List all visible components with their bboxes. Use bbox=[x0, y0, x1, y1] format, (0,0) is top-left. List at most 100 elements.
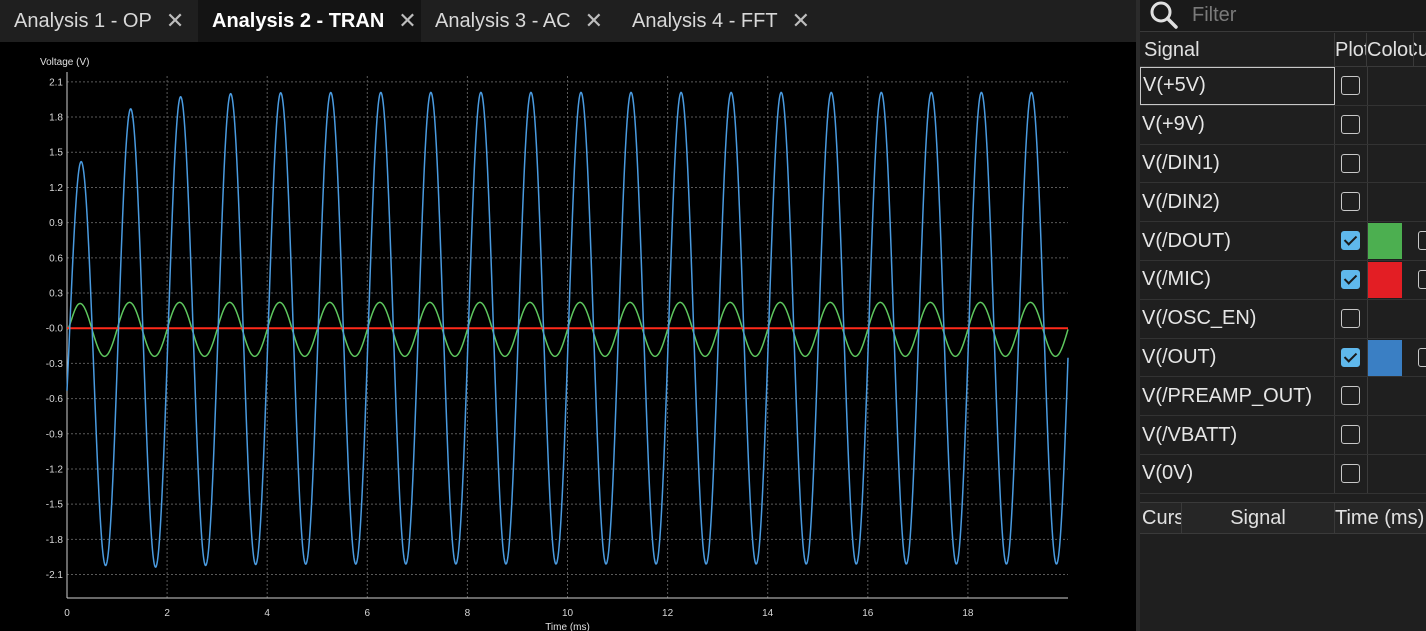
y-tick-label: 1.2 bbox=[49, 183, 63, 194]
y-tick-label: 0.6 bbox=[49, 253, 63, 264]
x-tick-label: 6 bbox=[365, 608, 371, 619]
tab-label: Analysis 1 - OP bbox=[14, 9, 152, 32]
plot-checkbox[interactable] bbox=[1341, 308, 1360, 328]
signal-name[interactable]: V(+5V) bbox=[1140, 67, 1335, 105]
y-tick-label: 0.9 bbox=[49, 218, 63, 229]
signal-name[interactable]: V(+9V) bbox=[1140, 105, 1335, 144]
plot-checkbox[interactable] bbox=[1341, 114, 1360, 134]
x-tick-label: 4 bbox=[264, 608, 270, 619]
colour-cell-divider bbox=[1367, 416, 1368, 454]
x-tick-label: 0 bbox=[64, 608, 70, 619]
plot-checkbox[interactable] bbox=[1341, 425, 1360, 445]
header-colour[interactable]: Colour bbox=[1367, 33, 1414, 67]
x-tick-label: 10 bbox=[562, 608, 574, 619]
y-tick-label: -0.0 bbox=[46, 324, 64, 335]
signal-name[interactable]: V(/PREAMP_OUT) bbox=[1140, 377, 1335, 416]
signal-row[interactable]: V(+9V) bbox=[1140, 105, 1426, 145]
colour-cell-divider bbox=[1367, 105, 1368, 144]
header-cursor-signal[interactable]: Signal bbox=[1182, 503, 1335, 533]
y-tick-label: -1.8 bbox=[46, 535, 64, 546]
signal-row[interactable]: V(/DIN1) bbox=[1140, 144, 1426, 184]
signal-row[interactable]: V(/PREAMP_OUT) bbox=[1140, 377, 1426, 417]
close-icon[interactable]: ✕ bbox=[792, 8, 810, 34]
plot-checkbox[interactable] bbox=[1341, 231, 1360, 251]
signal-row[interactable]: V(/MIC) bbox=[1140, 260, 1426, 300]
y-tick-label: 0.3 bbox=[49, 289, 63, 300]
colour-cell-divider bbox=[1367, 377, 1368, 416]
header-plot[interactable]: Plot bbox=[1335, 33, 1367, 67]
colour-cell-divider bbox=[1367, 67, 1368, 105]
signal-row[interactable]: V(/DIN2) bbox=[1140, 183, 1426, 223]
signal-row[interactable]: V(/OUT) bbox=[1140, 338, 1426, 378]
colour-cell-divider bbox=[1367, 454, 1368, 493]
signal-row[interactable]: V(/VBATT) bbox=[1140, 416, 1426, 455]
tab-label: Analysis 2 - TRAN bbox=[212, 9, 385, 32]
tab-analysis-3[interactable]: Analysis 3 - AC ✕ bbox=[421, 0, 618, 42]
signal-panel: Signal Plot Colour Cursor V(+5V)V(+9V)V(… bbox=[1140, 0, 1426, 631]
close-icon[interactable]: ✕ bbox=[398, 8, 416, 34]
header-cursor-time[interactable]: Time (ms) bbox=[1335, 503, 1426, 533]
y-tick-label: 2.1 bbox=[49, 77, 63, 88]
signal-name[interactable]: V(/DIN2) bbox=[1140, 183, 1335, 222]
y-tick-label: -0.6 bbox=[46, 394, 64, 405]
tab-analysis-4[interactable]: Analysis 4 - FFT ✕ bbox=[618, 0, 818, 42]
cursor-checkbox[interactable] bbox=[1418, 347, 1426, 367]
x-tick-label: 18 bbox=[962, 608, 974, 619]
close-icon[interactable]: ✕ bbox=[166, 8, 184, 34]
plot-canvas[interactable]: 2.1 1.8 1.5 1.2 0.9 0.6 0.3 -0.0 -0.3 -0.6 -0.9 -1.… bbox=[0, 42, 1136, 631]
cursors-table-body bbox=[1140, 534, 1426, 631]
colour-cell-divider bbox=[1367, 144, 1368, 183]
plot-checkbox[interactable] bbox=[1341, 153, 1360, 173]
search-icon bbox=[1150, 1, 1178, 29]
signal-row[interactable]: V(/OSC_EN) bbox=[1140, 299, 1426, 339]
cursor-checkbox[interactable] bbox=[1418, 231, 1426, 251]
y-tick-label: 1.5 bbox=[49, 148, 63, 159]
plot-checkbox[interactable] bbox=[1341, 192, 1360, 212]
signal-name[interactable]: V(/MIC) bbox=[1140, 260, 1335, 299]
plot-checkbox[interactable] bbox=[1341, 347, 1360, 367]
header-signal[interactable]: Signal bbox=[1140, 33, 1335, 67]
signal-row[interactable]: V(+5V) bbox=[1140, 67, 1426, 106]
close-icon[interactable]: ✕ bbox=[585, 8, 603, 34]
colour-swatch[interactable] bbox=[1368, 223, 1402, 260]
signal-name[interactable]: V(/OSC_EN) bbox=[1140, 299, 1335, 338]
colour-swatch[interactable] bbox=[1368, 339, 1402, 376]
signal-name[interactable]: V(/OUT) bbox=[1140, 338, 1335, 377]
waveform-plot[interactable]: 2.1 1.8 1.5 1.2 0.9 0.6 0.3 -0.0 -0.3 -0.6 -0.9 -1.… bbox=[0, 42, 1136, 631]
tab-label: Analysis 4 - FFT bbox=[632, 9, 778, 32]
header-cursor-id[interactable]: Cursor bbox=[1140, 503, 1182, 533]
signal-name[interactable]: V(0V) bbox=[1140, 454, 1335, 493]
colour-cell-divider bbox=[1367, 183, 1368, 222]
signal-name[interactable]: V(/VBATT) bbox=[1140, 416, 1335, 454]
y-tick-label: -0.9 bbox=[46, 429, 64, 440]
x-tick-label: 8 bbox=[465, 608, 471, 619]
plot-checkbox[interactable] bbox=[1341, 386, 1360, 406]
x-tick-label: 16 bbox=[862, 608, 874, 619]
colour-cell-divider bbox=[1367, 299, 1368, 338]
filter-row bbox=[1140, 0, 1426, 32]
cursor-checkbox[interactable] bbox=[1418, 269, 1426, 289]
y-tick-label: -1.5 bbox=[46, 500, 64, 511]
x-axis-title: Time (ms) bbox=[545, 622, 590, 631]
cursors-table-header: Cursor Signal Time (ms) bbox=[1140, 502, 1426, 534]
plot-checkbox[interactable] bbox=[1341, 463, 1360, 483]
tab-analysis-1[interactable]: Analysis 1 - OP ✕ bbox=[0, 0, 198, 42]
signals-table-header: Signal Plot Colour Cursor bbox=[1140, 33, 1426, 67]
signal-name[interactable]: V(/DIN1) bbox=[1140, 144, 1335, 183]
filter-input[interactable] bbox=[1192, 2, 1422, 28]
plot-checkbox[interactable] bbox=[1341, 269, 1360, 289]
signal-row[interactable]: V(/DOUT) bbox=[1140, 222, 1426, 261]
y-axis-title: Voltage (V) bbox=[40, 57, 89, 68]
tab-analysis-2[interactable]: Analysis 2 - TRAN ✕ bbox=[198, 0, 421, 42]
tab-label: Analysis 3 - AC bbox=[435, 9, 571, 32]
x-tick-label: 12 bbox=[662, 608, 674, 619]
signals-table-body: V(+5V) V(+9V) V(/DIN1) V(/DIN2) V(/DOUT) V(/M… bbox=[1140, 67, 1426, 494]
signal-name[interactable]: V(/DOUT) bbox=[1140, 222, 1335, 260]
header-cursor[interactable]: Cursor bbox=[1414, 33, 1426, 67]
analysis-tab-bar: Analysis 1 - OP ✕ Analysis 2 - TRAN ✕ Analys… bbox=[0, 0, 1136, 42]
y-tick-label: -0.3 bbox=[46, 359, 64, 370]
plot-checkbox[interactable] bbox=[1341, 76, 1360, 95]
colour-swatch[interactable] bbox=[1368, 261, 1402, 298]
y-tick-label: -1.2 bbox=[46, 464, 64, 475]
signal-row[interactable]: V(0V) bbox=[1140, 454, 1426, 494]
